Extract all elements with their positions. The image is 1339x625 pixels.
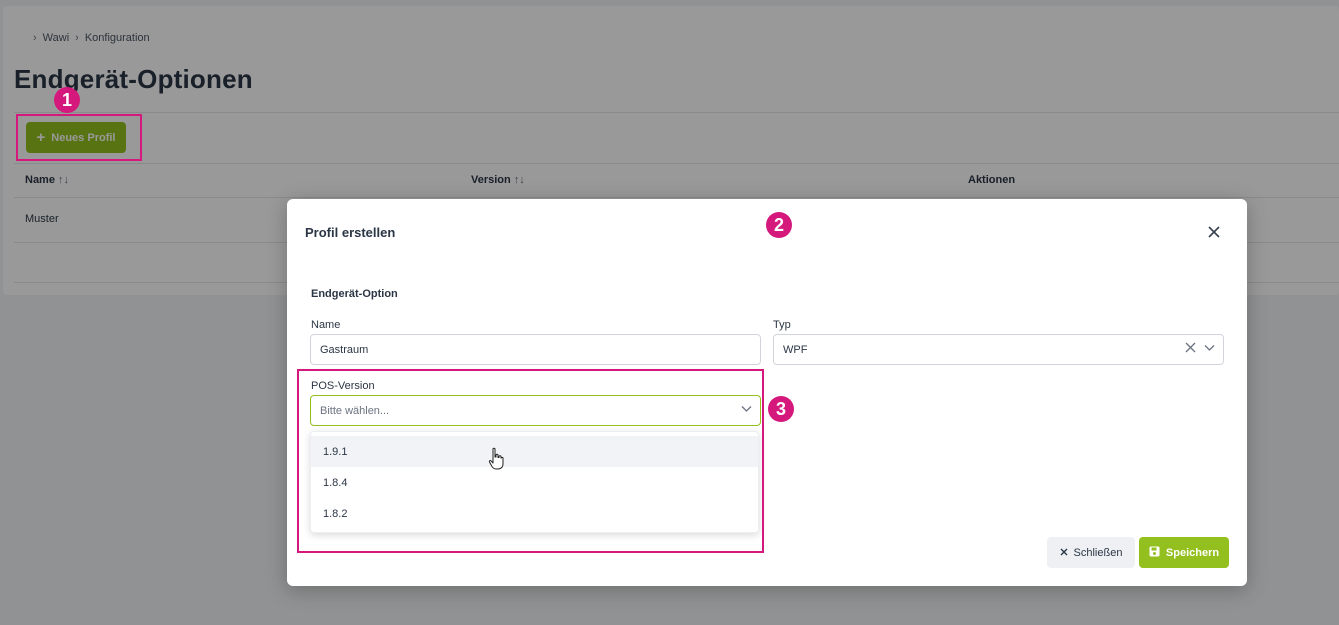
chevron-down-icon[interactable] — [1204, 342, 1215, 355]
clear-icon[interactable] — [1185, 342, 1196, 355]
name-field-value: Gastraum — [320, 343, 369, 356]
annotation-highlight-new-profile — [16, 114, 142, 161]
annotation-badge-1: 1 — [54, 87, 80, 113]
floppy-disk-icon — [1149, 546, 1160, 560]
close-button[interactable]: Schließen — [1047, 537, 1135, 568]
name-label: Name — [311, 319, 341, 331]
close-button-label: Schließen — [1073, 546, 1123, 559]
save-button[interactable]: Speichern — [1139, 537, 1229, 568]
name-field[interactable]: Gastraum — [310, 334, 761, 365]
hand-cursor-icon — [488, 447, 504, 471]
section-label: Endgerät-Option — [311, 288, 398, 300]
typ-label: Typ — [773, 319, 791, 331]
close-icon[interactable] — [1205, 223, 1223, 241]
close-icon — [1060, 547, 1068, 559]
save-button-label: Speichern — [1165, 546, 1220, 559]
typ-select[interactable]: WPF — [773, 334, 1224, 365]
annotation-badge-2: 2 — [766, 212, 792, 238]
annotation-badge-3: 3 — [768, 396, 794, 422]
typ-select-value: WPF — [783, 343, 808, 356]
dialog-title: Profil erstellen — [305, 225, 396, 240]
annotation-highlight-pos-version — [297, 369, 764, 553]
